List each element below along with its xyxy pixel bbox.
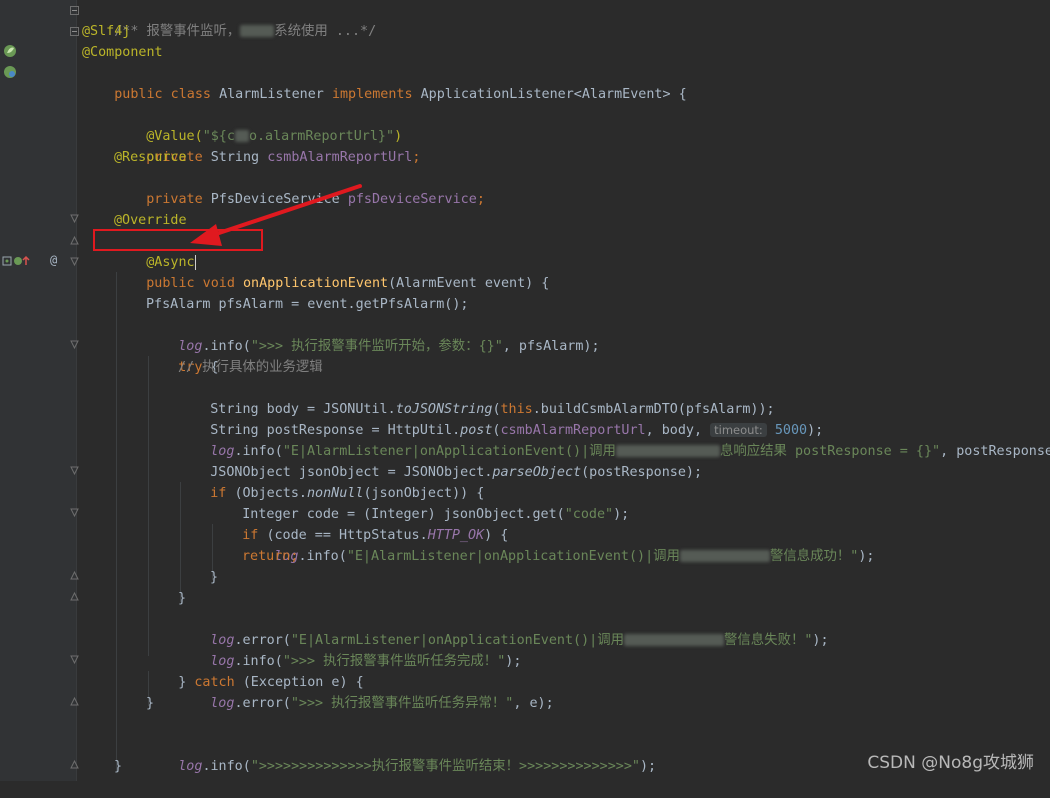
- code-token: 警信息成功！": [769, 549, 859, 564]
- fold-marker[interactable]: [70, 571, 79, 580]
- override-marker[interactable]: @: [50, 253, 57, 267]
- fold-marker[interactable]: [70, 655, 79, 664]
- code-line: private PfsDeviceService pfsDeviceServic…: [114, 168, 485, 207]
- code-token: , e);: [513, 696, 554, 711]
- code-line: JSONObject jsonObject = JSONObject.parse…: [178, 441, 702, 480]
- code-token: , postResponse);: [940, 444, 1050, 459]
- code-token: .error(: [234, 696, 291, 711]
- indent-guide: [116, 272, 117, 772]
- highlight-box: [93, 229, 263, 251]
- fold-marker[interactable]: [70, 508, 79, 517]
- code-token: public void: [146, 276, 243, 291]
- code-token: (AlarmEvent event) {: [388, 276, 550, 291]
- code-line: if (code == HttpStatus.HTTP_OK) {: [210, 504, 508, 543]
- fold-marker[interactable]: [70, 6, 79, 15]
- code-line: if (Objects.nonNull(jsonObject)) {: [178, 462, 484, 501]
- code-line: /** 报警事件监听， 系统使用 ...*/: [82, 0, 376, 39]
- code-line: public void onApplicationEvent(AlarmEven…: [114, 252, 549, 291]
- code-token: ApplicationListener<AlarmEvent> {: [420, 87, 687, 102]
- code-line: @Override: [114, 213, 187, 228]
- code-line: }: [210, 570, 219, 585]
- code-line: @Value("${c o.alarmReportUrl}"): [114, 105, 402, 144]
- redacted-text: [679, 550, 770, 562]
- code-token: String: [210, 150, 268, 165]
- spring-bean-icon[interactable]: [3, 44, 17, 58]
- fold-marker[interactable]: [70, 214, 79, 223]
- code-token: );: [639, 759, 657, 774]
- fold-marker[interactable]: [70, 592, 79, 601]
- code-line: log.error("E|AlarmListener|onApplication…: [178, 609, 828, 648]
- code-line: try {: [146, 336, 218, 375]
- code-token: );: [858, 549, 875, 564]
- code-line: }: [178, 591, 187, 606]
- code-token: /** 报警事件监听，: [114, 24, 241, 39]
- code-token: , pfsAlarm);: [502, 339, 600, 354]
- code-line: log.info(">>>>>>>>>>>>>>执行报警事件监听结束！>>>>>…: [146, 735, 656, 774]
- code-line: // 执行具体的业务逻辑: [178, 360, 323, 375]
- code-token: public class: [114, 87, 220, 102]
- fold-marker[interactable]: [70, 27, 79, 36]
- code-token: );: [613, 507, 630, 522]
- indent-guide: [148, 356, 149, 656]
- code-line: }: [146, 696, 155, 711]
- code-token: 系统使用 ...*/: [274, 24, 377, 39]
- code-token: "E|AlarmListener|onApplicationEvent()|调用: [346, 549, 680, 564]
- code-token: );: [812, 633, 829, 648]
- code-token: 息响应结果 postResponse = {}": [719, 444, 941, 459]
- code-token: ">>> 执行报警事件监听任务异常！": [290, 696, 514, 711]
- redacted-text: [240, 25, 275, 37]
- code-line: PfsAlarm pfsAlarm = event.getPfsAlarm();: [146, 297, 469, 312]
- fold-marker[interactable]: [70, 697, 79, 706]
- code-line: public class AlarmListener implements Ap…: [82, 63, 686, 102]
- code-token: (postResponse);: [581, 465, 703, 480]
- code-token: implements: [331, 87, 421, 102]
- code-line: }: [114, 759, 123, 774]
- fold-marker[interactable]: [70, 340, 79, 349]
- fold-marker[interactable]: [70, 466, 79, 475]
- code-line: log.error(">>> 执行报警事件监听任务异常！", e);: [178, 672, 553, 711]
- watermark: CSDN @No8g攻城狮: [867, 753, 1034, 773]
- code-line: log.info("E|AlarmListener|onApplicationE…: [242, 525, 874, 564]
- fold-marker[interactable]: [70, 760, 79, 769]
- code-line: log.info(">>> 执行报警事件监听任务完成！");: [178, 630, 521, 669]
- code-line: @Slf4j: [82, 24, 131, 39]
- code-token: ">>> 执行报警事件监听开始，参数：{}": [250, 339, 503, 354]
- code-token: "code": [564, 507, 614, 522]
- redacted-text: [624, 634, 725, 646]
- editor-gutter: [0, 0, 76, 781]
- code-token: .info(: [202, 759, 251, 774]
- code-line: Integer code = (Integer) jsonObject.get(…: [210, 483, 629, 522]
- fold-marker[interactable]: [70, 236, 79, 245]
- code-line: } catch (Exception e) {: [146, 651, 363, 690]
- fold-marker[interactable]: [70, 257, 79, 266]
- code-token: );: [505, 654, 522, 669]
- code-token: onApplicationEvent: [243, 276, 389, 291]
- code-line: String body = JSONUtil.toJSONString(this…: [178, 378, 774, 417]
- code-line: @Component: [82, 45, 163, 60]
- code-token: log: [210, 696, 235, 711]
- code-line: private String csmbAlarmReportUrl;: [114, 126, 420, 165]
- code-token: 警信息失败！": [724, 633, 813, 648]
- code-token: parseObject: [492, 465, 582, 480]
- event-listener-icon[interactable]: [2, 255, 32, 267]
- spring-bean-navigate-icon[interactable]: [3, 65, 17, 79]
- code-token: ;: [412, 150, 421, 165]
- code-line: return;: [242, 549, 299, 564]
- code-token: ;: [476, 192, 485, 207]
- code-line: String postResponse = HttpUtil.post(csmb…: [178, 399, 823, 438]
- code-line: log.info(">>> 执行报警事件监听开始，参数：{}", pfsAlar…: [146, 315, 599, 354]
- code-token: private: [146, 192, 211, 207]
- code-token: ">>>>>>>>>>>>>>执行报警事件监听结束！>>>>>>>>>>>>>>…: [250, 759, 640, 774]
- code-token: csmbAlarmReportUrl: [267, 150, 413, 165]
- code-token: AlarmListener: [219, 87, 332, 102]
- code-line: log.info("E|AlarmListener|onApplicationE…: [178, 420, 1050, 459]
- code-token: pfsDeviceService: [347, 192, 477, 207]
- code-token: log: [178, 759, 203, 774]
- code-token: PfsDeviceService: [210, 192, 348, 207]
- code-token: .info(: [298, 549, 347, 564]
- code-line: @Resource: [114, 150, 187, 165]
